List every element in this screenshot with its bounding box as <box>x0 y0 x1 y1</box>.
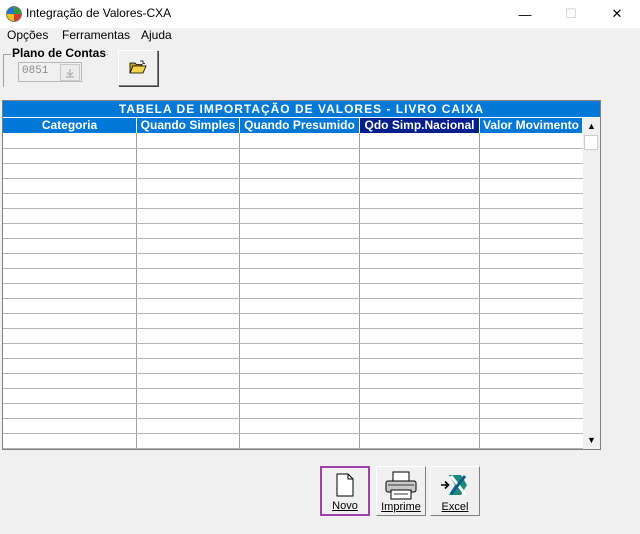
menu-opcoes[interactable]: Opções <box>7 28 48 42</box>
new-document-icon <box>336 473 354 497</box>
table-row-line <box>3 313 583 314</box>
table-row-line <box>3 148 583 149</box>
scroll-thumb[interactable] <box>584 135 598 150</box>
table-row-line <box>3 163 583 164</box>
table-row-line <box>3 238 583 239</box>
scroll-down-icon[interactable]: ▼ <box>583 432 600 448</box>
excel-button[interactable]: Excel <box>430 466 480 516</box>
novo-label: Novo <box>332 500 358 512</box>
table-row-line <box>3 433 583 434</box>
table-row-line <box>3 193 583 194</box>
table-row-line <box>3 178 583 179</box>
table-row-line <box>3 403 583 404</box>
folder-open-icon <box>129 60 147 74</box>
menu-bar: Opções Ferramentas Ajuda <box>0 28 640 44</box>
table-row-line <box>3 298 583 299</box>
table-row-line <box>3 418 583 419</box>
maximize-button[interactable]: ☐ <box>548 0 594 28</box>
import-values-table[interactable]: TABELA DE IMPORTAÇÃO DE VALORES - LIVRO … <box>2 100 601 450</box>
minimize-button[interactable]: — <box>502 0 548 28</box>
table-row-line <box>3 358 583 359</box>
table-row-line <box>3 328 583 329</box>
table-title: TABELA DE IMPORTAÇÃO DE VALORES - LIVRO … <box>3 101 600 117</box>
table-row-line <box>3 283 583 284</box>
table-row-line <box>3 388 583 389</box>
column-header-quando-simples[interactable]: Quando Simples <box>137 118 240 133</box>
imprime-label: Imprime <box>381 501 421 513</box>
column-header-quando-presumido[interactable]: Quando Presumido <box>240 118 360 133</box>
excel-label: Excel <box>441 501 469 513</box>
download-arrow-icon[interactable] <box>60 64 80 81</box>
plano-de-contas-value: 0851 <box>22 65 49 77</box>
table-row-line <box>3 253 583 254</box>
title-bar: Integração de Valores-CXA — ☐ ✕ <box>0 0 640 28</box>
table-row-line <box>3 223 583 224</box>
table-row-line <box>3 448 583 449</box>
plano-de-contas-combo[interactable]: 0851 <box>18 62 82 82</box>
close-button[interactable]: ✕ <box>594 0 640 28</box>
novo-button[interactable]: Novo <box>320 466 370 516</box>
table-body[interactable] <box>3 133 583 449</box>
window-title: Integração de Valores-CXA <box>26 6 172 20</box>
column-header-categoria[interactable]: Categoria <box>3 118 137 133</box>
open-folder-button[interactable] <box>118 50 158 86</box>
table-scrollbar[interactable]: ▲ ▼ <box>583 118 600 449</box>
column-header-qdo-simp-nacional[interactable]: Qdo Simp.Nacional <box>360 118 480 133</box>
table-row-line <box>3 343 583 344</box>
table-row-line <box>3 208 583 209</box>
app-icon <box>6 6 22 22</box>
menu-ferramentas[interactable]: Ferramentas <box>62 28 130 42</box>
scroll-up-icon[interactable]: ▲ <box>583 118 600 134</box>
excel-export-icon <box>441 475 467 495</box>
column-header-valor-movimento[interactable]: Valor Movimento <box>480 118 583 133</box>
table-row-line <box>3 373 583 374</box>
imprime-button[interactable]: Imprime <box>376 466 426 516</box>
plano-de-contas-label: Plano de Contas <box>11 46 107 60</box>
menu-ajuda[interactable]: Ajuda <box>141 28 172 42</box>
table-row-line <box>3 268 583 269</box>
printer-icon <box>385 471 417 500</box>
